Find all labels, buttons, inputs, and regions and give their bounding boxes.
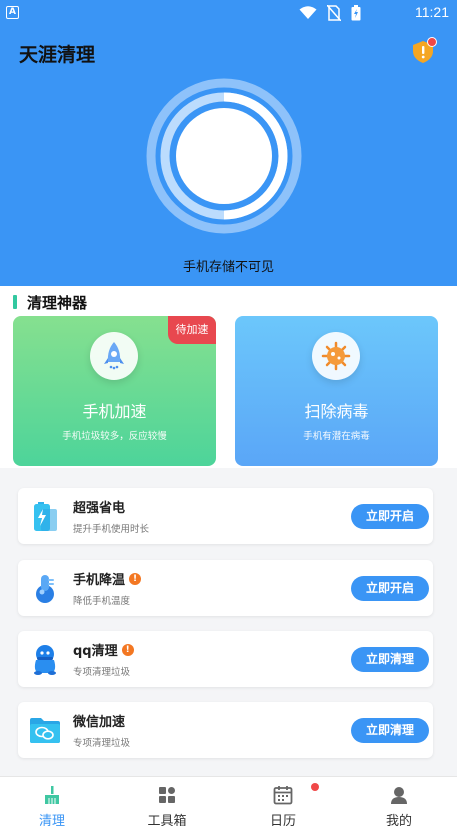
tab-clean-label: 清理 xyxy=(38,814,65,826)
tab-clean[interactable]: 清理 xyxy=(2,777,102,826)
section-accent-bar xyxy=(13,295,17,309)
pending-boost-badge: 待加速 xyxy=(168,316,216,344)
wechat-boost-desc: 专项清理垃圾 xyxy=(73,738,131,749)
broom-icon xyxy=(45,786,59,804)
virus-scan-desc: 手机有潜在病毒 xyxy=(303,431,370,442)
power-saving-button[interactable]: 立即开启 xyxy=(351,504,429,529)
power-saving-title: 超强省电 xyxy=(73,501,126,516)
cool-down-desc: 降低手机温度 xyxy=(73,596,131,607)
app-title: 天涯清理 xyxy=(19,44,96,66)
qq-clean-button[interactable]: 立即清理 xyxy=(351,647,429,672)
tab-profile[interactable]: 我的 xyxy=(349,777,449,826)
storage-status-text: 手机存储不可见 xyxy=(182,260,274,275)
tab-calendar-label: 日历 xyxy=(269,814,296,826)
tool-cards: 待加速 手机加速 手机垃圾较多，反应较慢 扫除病毒 手机有潜在病毒 xyxy=(0,316,457,468)
battery-icon xyxy=(34,502,57,531)
cool-down-title: 手机降温 xyxy=(73,573,126,588)
qq-penguin-icon xyxy=(34,645,56,675)
cool-down-button[interactable]: 立即开启 xyxy=(351,576,429,601)
wechat-boost-title: 微信加速 xyxy=(73,715,126,730)
no-sim-icon xyxy=(327,5,341,21)
tab-toolbox[interactable]: 工具箱 xyxy=(117,777,217,826)
power-saving-item[interactable]: 超强省电 提升手机使用时长 立即开启 xyxy=(18,488,433,544)
calendar-notification-dot xyxy=(311,783,319,791)
tab-toolbox-label: 工具箱 xyxy=(147,814,187,826)
qq-clean-title: qq清理 xyxy=(73,644,118,659)
tab-profile-label: 我的 xyxy=(385,814,412,826)
phone-boost-card[interactable]: 待加速 手机加速 手机垃圾较多，反应较慢 xyxy=(13,316,216,466)
storage-gauge[interactable] xyxy=(146,78,302,234)
feature-list: 超强省电 提升手机使用时长 立即开启 手机降温 ! 降低手机温度 立即开启 qq… xyxy=(0,468,457,776)
calendar-icon xyxy=(273,786,293,805)
virus-scan-title: 扫除病毒 xyxy=(304,402,369,421)
thermometer-icon xyxy=(36,575,54,603)
wechat-boost-item[interactable]: 微信加速 专项清理垃圾 立即清理 xyxy=(18,702,433,758)
warning-icon: ! xyxy=(121,643,134,656)
phone-boost-title: 手机加速 xyxy=(82,402,147,421)
rocket-icon xyxy=(90,332,138,380)
virus-icon xyxy=(312,332,360,380)
status-bar: A 11:21 xyxy=(0,0,457,26)
battery-charging-icon xyxy=(351,5,361,21)
hero-panel: 天涯清理 手机存储不可见 xyxy=(0,26,457,286)
cool-down-item[interactable]: 手机降温 ! 降低手机温度 立即开启 xyxy=(18,560,433,616)
section-title: 清理神器 xyxy=(27,294,88,312)
wechat-boost-button[interactable]: 立即清理 xyxy=(351,718,429,743)
power-saving-desc: 提升手机使用时长 xyxy=(73,524,150,535)
qq-clean-item[interactable]: qq清理 ! 专项清理垃圾 立即清理 xyxy=(18,631,433,687)
wechat-folder-icon xyxy=(30,718,60,743)
bottom-tab-bar: 清理 工具箱 日历 我的 xyxy=(0,776,457,826)
shield-alert-dot xyxy=(427,37,437,47)
phone-boost-desc: 手机垃圾较多，反应较慢 xyxy=(62,431,167,442)
warning-icon: ! xyxy=(129,572,142,585)
qq-clean-desc: 专项清理垃圾 xyxy=(73,667,131,678)
status-time: 11:21 xyxy=(415,4,449,20)
profile-icon xyxy=(391,787,407,804)
wifi-icon xyxy=(299,6,317,19)
section-header: 清理神器 xyxy=(0,286,457,316)
virus-scan-card[interactable]: 扫除病毒 手机有潜在病毒 xyxy=(235,316,438,466)
notification-a-icon: A xyxy=(6,6,19,19)
toolbox-icon xyxy=(159,787,175,803)
